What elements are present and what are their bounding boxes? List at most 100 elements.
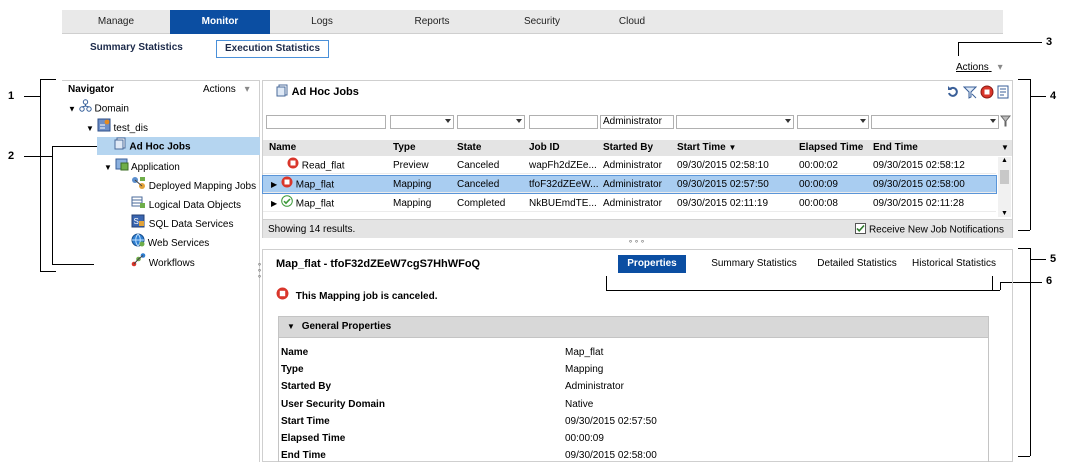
scrollbar-thumb[interactable] [1000, 170, 1009, 184]
tab-historical-statistics[interactable]: Historical Statistics [910, 255, 998, 273]
job-elapsed-time: 00:00:08 [799, 198, 838, 209]
tab-properties[interactable]: Properties [618, 255, 686, 273]
job-state: Completed [457, 198, 506, 209]
callout-4: 4 [1050, 90, 1057, 102]
job-started-by: Administrator [603, 179, 662, 190]
job-name: Read_flat [301, 160, 345, 172]
adhoc-jobs-icon [276, 84, 289, 100]
jobs-table-header: Name Type State Job ID Started By Start … [263, 140, 1012, 156]
nav-item-ad-hoc-jobs[interactable]: Ad Hoc Jobs [97, 137, 260, 155]
tab-security[interactable]: Security [492, 10, 592, 34]
clear-filter-icon[interactable] [999, 114, 1012, 131]
expand-arrow-icon[interactable]: ▼ [86, 124, 94, 133]
table-row[interactable]: ▶ Map_flat Mapping Canceled tfoF32dZEeW.… [262, 175, 997, 194]
tab-detailed-statistics[interactable]: Detailed Statistics [812, 255, 902, 273]
table-row[interactable]: ▶ Map_flat Mapping Completed NkBUEmdTE..… [263, 195, 996, 212]
job-type: Preview [393, 160, 429, 171]
nav-item-application[interactable]: ▼ Application [104, 157, 180, 175]
cancel-job-icon[interactable] [980, 85, 994, 102]
notifications-toggle[interactable]: Receive New Job Notifications [855, 223, 1004, 237]
filter-icon[interactable] [962, 85, 977, 102]
canceled-status-icon [287, 157, 299, 175]
col-job-id[interactable]: Job ID [529, 140, 560, 156]
nav-item-test-dis[interactable]: ▼ test_dis [86, 118, 148, 136]
nav-item-label: Deployed Mapping Jobs [148, 181, 257, 193]
nav-item-logical-data-objects[interactable]: Logical Data Objects [131, 195, 241, 213]
tab-summary-statistics[interactable]: Summary Statistics [708, 255, 800, 273]
filter-started-by[interactable]: Administrator [600, 115, 674, 129]
nav-item-workflows[interactable]: Workflows [131, 253, 195, 271]
navigator-actions-menu[interactable]: Actions ▾ [203, 84, 250, 95]
job-start-time: 09/30/2015 02:57:50 [677, 179, 769, 190]
job-end-time: 09/30/2015 02:11:28 [873, 198, 965, 209]
table-scrollbar[interactable]: ▲ ▼ [998, 157, 1011, 217]
actions-label: Actions [956, 62, 989, 73]
nav-item-sql-data-services[interactable]: S SQL Data Services [131, 214, 233, 232]
nav-item-label: test_dis [113, 123, 148, 135]
status-message-text: This Mapping job is canceled. [295, 290, 438, 302]
tab-monitor[interactable]: Monitor [170, 10, 270, 34]
scroll-down-icon[interactable]: ▼ [998, 210, 1011, 217]
tab-logs[interactable]: Logs [272, 10, 372, 34]
splitter-handle-icon[interactable]: ∘∘∘ [628, 237, 646, 246]
actions-menu[interactable]: Actions ▾ [956, 62, 1003, 73]
filter-end-time[interactable] [871, 115, 999, 129]
filter-start-time[interactable] [676, 115, 794, 129]
sql-data-services-icon: S [131, 214, 146, 235]
scroll-up-icon[interactable]: ▲ [998, 157, 1011, 164]
details-title: Map_flat - tfoF32dZEeW7cgS7HhWFoQ [276, 258, 481, 270]
canceled-status-icon [276, 287, 289, 305]
job-name-cell: Map_flat [281, 195, 334, 213]
col-type[interactable]: Type [393, 140, 416, 156]
prop-key: Start Time [281, 416, 330, 427]
navigator-title: Navigator [68, 84, 115, 95]
job-type: Mapping [393, 179, 432, 190]
nav-item-domain[interactable]: ▼ Domain [68, 99, 129, 117]
view-logs-icon[interactable] [996, 85, 1010, 102]
col-end-time[interactable]: End Time [873, 140, 918, 156]
nav-item-web-services[interactable]: Web Services [131, 233, 209, 251]
top-navigation-bar: Manage Monitor Logs Reports Security Clo… [62, 10, 1003, 34]
prop-key: Started By [281, 381, 332, 392]
nav-item-deployed-mapping-jobs[interactable]: Deployed Mapping Jobs [131, 176, 256, 194]
expand-arrow-icon[interactable]: ▶ [271, 176, 277, 193]
column-menu-icon[interactable]: ▼ [1001, 140, 1009, 156]
expand-arrow-icon[interactable]: ▼ [68, 105, 76, 114]
filter-job-id[interactable] [529, 115, 598, 129]
expand-arrow-icon[interactable]: ▶ [271, 195, 277, 212]
col-elapsed-time[interactable]: Elapsed Time [799, 140, 863, 156]
col-name[interactable]: Name [269, 140, 296, 156]
tab-reports[interactable]: Reports [382, 10, 482, 34]
job-name-cell: Read_flat [287, 157, 345, 175]
filter-elapsed-time[interactable] [797, 115, 869, 129]
callout-5: 5 [1050, 253, 1057, 265]
col-state[interactable]: State [457, 140, 481, 156]
prop-key: Name [281, 347, 309, 358]
filter-name[interactable] [266, 115, 386, 129]
sort-desc-icon: ▼ [728, 143, 737, 152]
expand-arrow-icon[interactable]: ▼ [104, 163, 112, 172]
subtab-summary-statistics[interactable]: Summary Statistics [90, 40, 183, 58]
col-started-by[interactable]: Started By [603, 140, 653, 156]
chevron-down-icon [860, 119, 866, 123]
jobs-panel-title: Ad Hoc Jobs [291, 85, 359, 98]
job-state: Canceled [457, 179, 500, 190]
refresh-icon[interactable] [946, 85, 960, 102]
subtab-execution-statistics[interactable]: Execution Statistics [216, 40, 330, 58]
col-start-time[interactable]: Start Time ▼ [677, 140, 736, 156]
tab-manage[interactable]: Manage [62, 10, 170, 34]
chevron-down-icon: ▾ [997, 62, 1003, 73]
checkbox-checked-icon[interactable] [855, 223, 867, 237]
chevron-down-icon: ▾ [244, 84, 250, 95]
job-end-time: 09/30/2015 02:58:00 [873, 179, 965, 190]
job-id: NkBUEmdTE... [529, 198, 597, 209]
tab-cloud[interactable]: Cloud [582, 10, 682, 34]
table-row[interactable]: Read_flat Preview Canceled wapFh2dZEe...… [263, 157, 996, 174]
prop-value: 09/30/2015 02:57:50 [565, 416, 657, 427]
filter-state[interactable] [457, 115, 525, 129]
general-properties-header[interactable]: ▼ General Properties [278, 316, 989, 338]
nav-item-label: Ad Hoc Jobs [129, 141, 191, 153]
callout-6: 6 [1046, 275, 1053, 287]
filter-type[interactable] [390, 115, 454, 129]
callout-3: 3 [1046, 36, 1053, 48]
